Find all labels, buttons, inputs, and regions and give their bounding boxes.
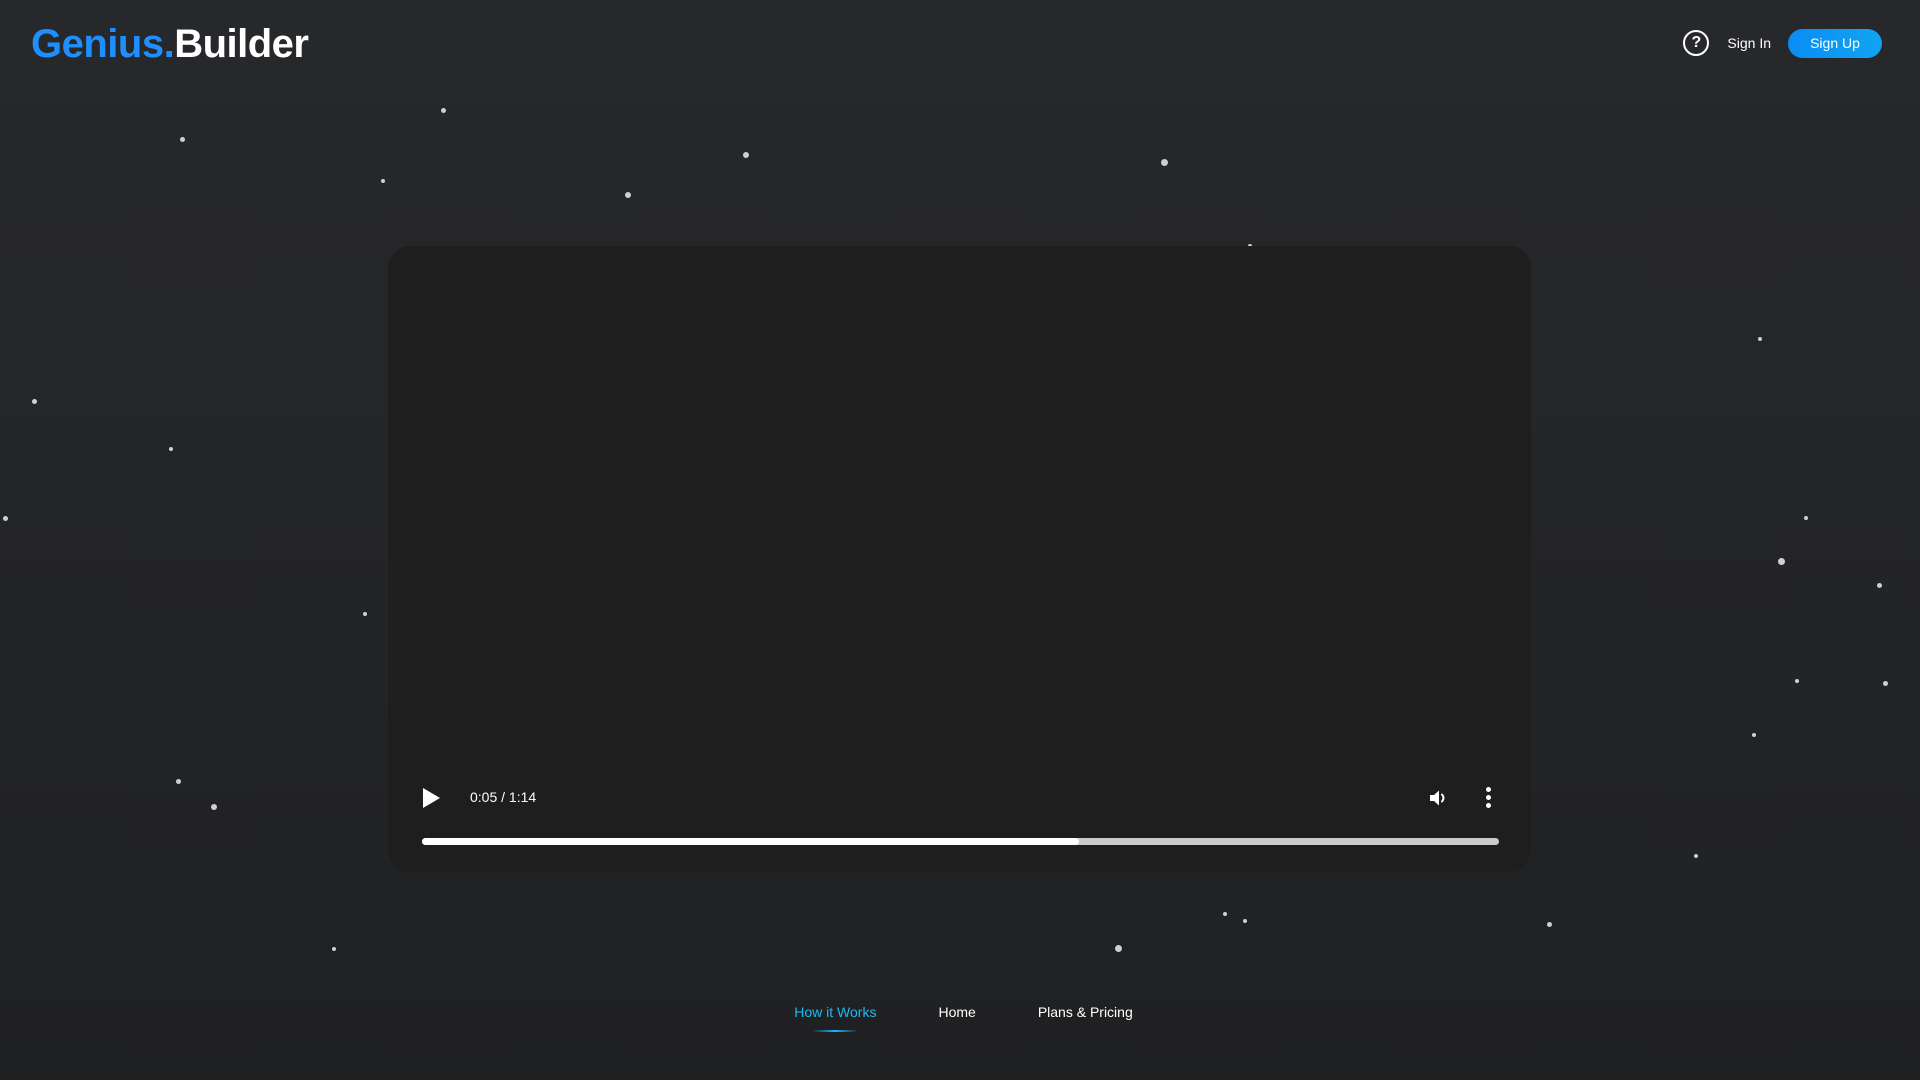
time-display: 0:05 / 1:14	[470, 789, 537, 805]
logo-brand: Genius.	[31, 22, 175, 66]
progress-bar[interactable]	[422, 838, 1499, 845]
play-button[interactable]	[423, 788, 440, 808]
nav-plans-pricing[interactable]: Plans & Pricing	[1038, 1004, 1133, 1020]
help-icon-glyph: ?	[1691, 34, 1702, 51]
star-dot	[1883, 681, 1888, 686]
volume-icon[interactable]	[1427, 786, 1451, 810]
star-dot	[1877, 583, 1882, 588]
star-dot	[32, 399, 37, 404]
star-dot	[1804, 516, 1808, 520]
star-dot	[1223, 912, 1227, 916]
help-icon[interactable]: ?	[1683, 30, 1710, 56]
sign-in-link[interactable]: Sign In	[1727, 35, 1771, 51]
star-dot	[1115, 945, 1122, 952]
sign-up-button[interactable]: Sign Up	[1788, 28, 1882, 58]
star-dot	[1243, 919, 1247, 923]
star-dot	[1694, 854, 1698, 858]
header: Genius.Builder ? Sign In Sign Up	[0, 0, 1920, 86]
star-dot	[1795, 679, 1799, 683]
star-dot	[1547, 922, 1552, 927]
logo[interactable]: Genius.Builder	[31, 20, 309, 68]
star-dot	[1778, 558, 1785, 565]
star-dot	[743, 152, 749, 158]
star-dot	[211, 804, 217, 810]
more-options-icon[interactable]	[1483, 786, 1493, 810]
star-dot	[1758, 337, 1762, 341]
nav-home[interactable]: Home	[938, 1004, 975, 1020]
star-dot	[169, 447, 173, 451]
bottom-nav: How it Works Home Plans & Pricing	[0, 1004, 1920, 1032]
star-dot	[332, 947, 336, 951]
star-dot	[3, 516, 8, 521]
star-dot	[625, 192, 631, 198]
progress-fill	[422, 838, 1079, 845]
star-dot	[441, 108, 446, 113]
nav-how-it-works[interactable]: How it Works	[794, 1004, 876, 1032]
star-dot	[1752, 733, 1756, 737]
logo-rest: Builder	[174, 22, 309, 66]
star-dot	[1161, 159, 1168, 166]
star-dot	[381, 179, 385, 183]
video-player[interactable]: 0:05 / 1:14	[388, 246, 1531, 872]
video-controls: 0:05 / 1:14	[388, 762, 1531, 872]
star-dot	[176, 779, 181, 784]
header-actions: ? Sign In Sign Up	[1683, 28, 1882, 58]
star-dot	[180, 137, 185, 142]
star-dot	[363, 612, 367, 616]
page: Genius.Builder ? Sign In Sign Up 0:05 / …	[0, 0, 1920, 1080]
